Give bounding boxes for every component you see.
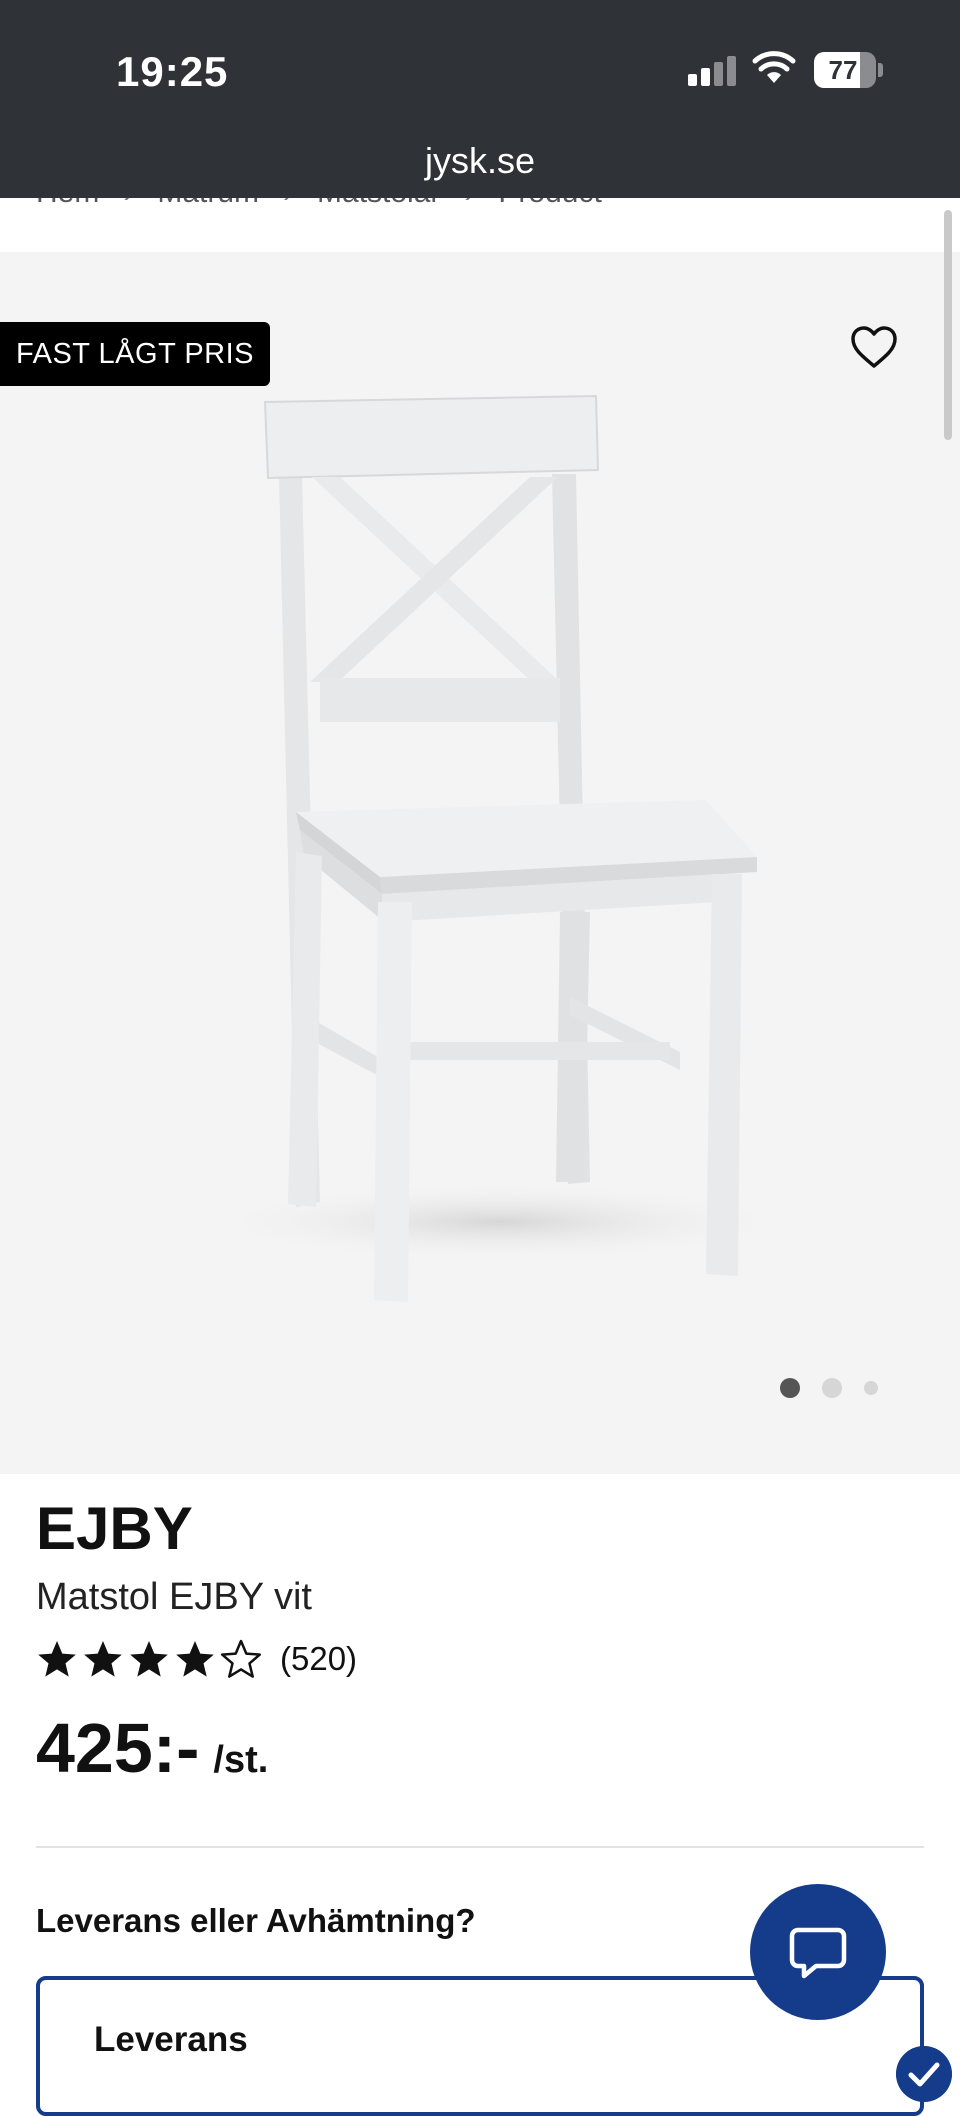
- page-scrollbar[interactable]: [944, 210, 952, 440]
- product-image-chair: [200, 394, 800, 1302]
- status-time: 19:25: [116, 48, 229, 95]
- price-value: 425:-: [36, 1709, 200, 1787]
- product-brand: EJBY: [36, 1495, 193, 1562]
- gallery-dot-2[interactable]: [822, 1378, 842, 1398]
- battery-level: 77: [828, 55, 858, 85]
- gallery-dot-3[interactable]: [864, 1381, 878, 1395]
- gallery-dot-1[interactable]: [780, 1378, 800, 1398]
- check-icon: [896, 2046, 952, 2102]
- heart-icon[interactable]: [848, 322, 900, 374]
- product-gallery[interactable]: FAST LÅGT PRIS: [0, 252, 960, 1474]
- section-divider: [36, 1846, 924, 1848]
- product-price: 425:- /st.: [36, 1708, 268, 1788]
- chat-button[interactable]: [750, 1884, 886, 2020]
- product-rating[interactable]: (520): [36, 1638, 357, 1680]
- review-count[interactable]: (520): [280, 1640, 357, 1678]
- delivery-question: Leverans eller Avhämtning?: [36, 1902, 476, 1939]
- price-unit: /st.: [213, 1739, 269, 1781]
- address-bar-url[interactable]: jysk.se: [0, 140, 960, 182]
- browser-top-bar: 19:25 77 jysk.se: [0, 0, 960, 198]
- star-filled-icon: [38, 1641, 76, 1677]
- star-filled-icon: [130, 1641, 168, 1677]
- cellular-signal-icon: [688, 56, 738, 86]
- star-filled-icon: [84, 1641, 122, 1677]
- fixed-low-price-badge: FAST LÅGT PRIS: [0, 322, 271, 386]
- gallery-pagination: [780, 1378, 878, 1398]
- product-name: Matstol EJBY vit: [36, 1576, 312, 1618]
- battery-icon: 77: [814, 52, 876, 88]
- wifi-icon: [752, 51, 796, 83]
- chat-bubble-icon: [789, 1927, 847, 1979]
- star-filled-icon: [176, 1641, 214, 1677]
- battery-nub: [878, 63, 883, 77]
- star-outline-icon: [220, 1639, 262, 1678]
- delivery-option-label: Leverans: [94, 2020, 248, 2059]
